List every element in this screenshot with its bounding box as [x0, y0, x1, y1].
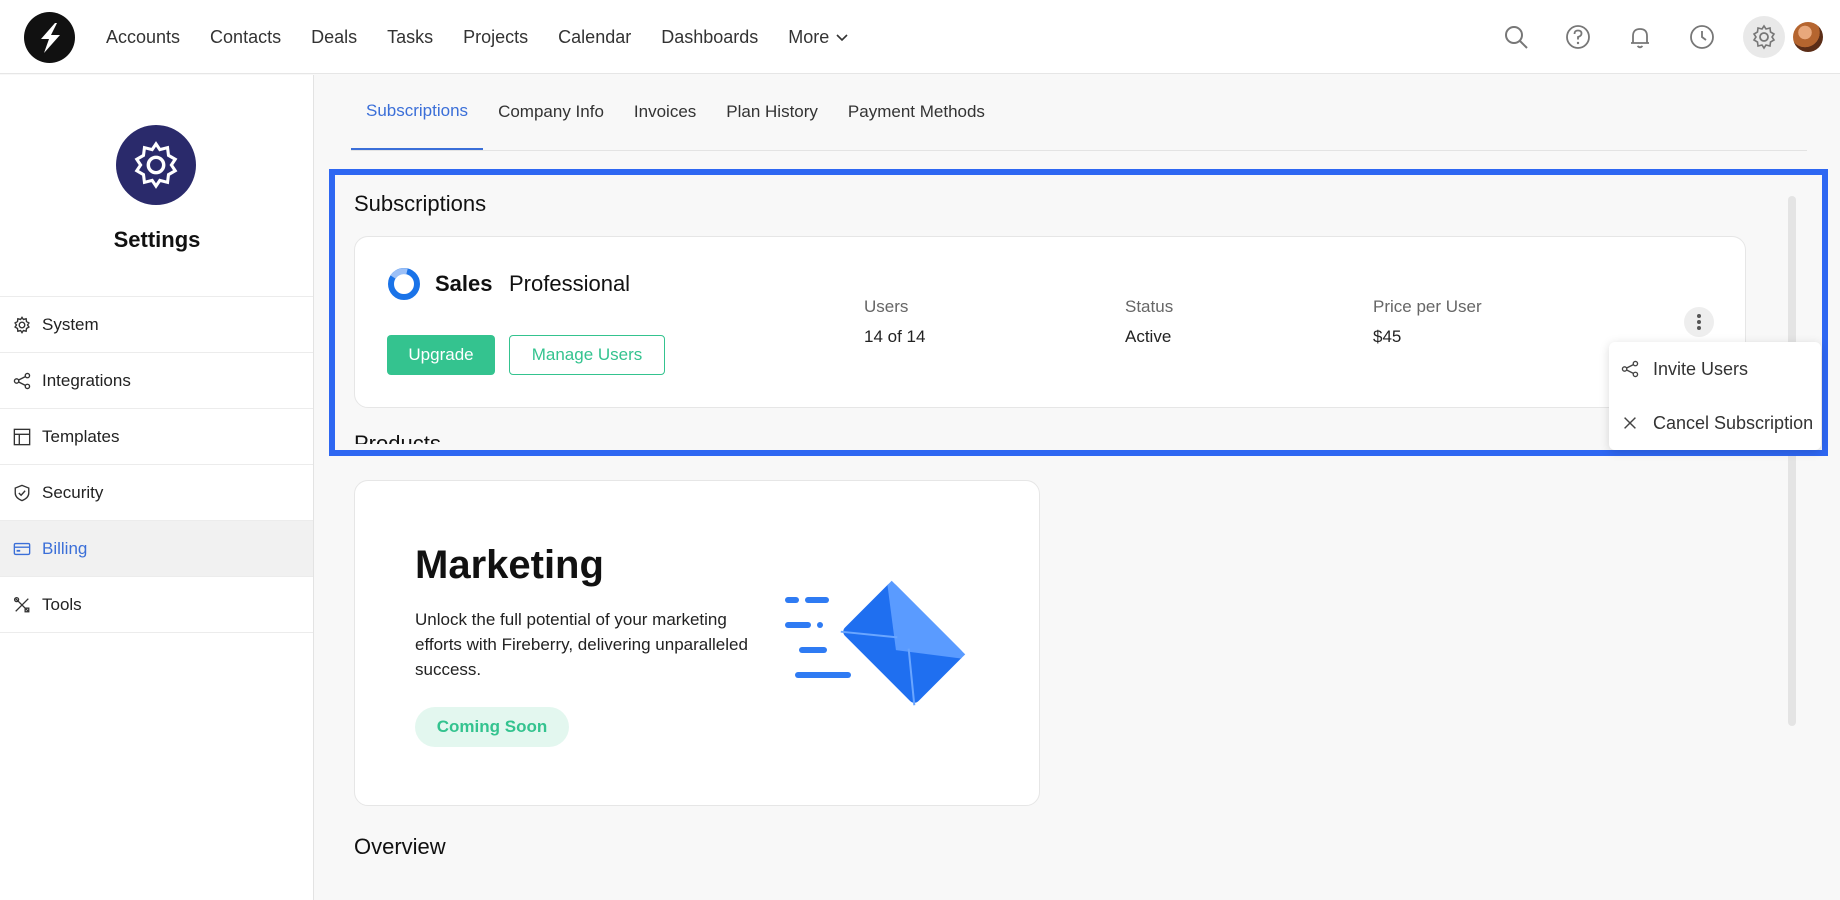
- settings-sidebar: Settings System Integrations Templates S…: [0, 75, 314, 900]
- sidebar-item-label: Integrations: [42, 370, 131, 390]
- sidebar-item-integrations[interactable]: Integrations: [0, 353, 313, 409]
- status-label: Status: [1125, 297, 1174, 316]
- notifications-button[interactable]: [1619, 16, 1661, 58]
- settings-button[interactable]: [1743, 16, 1785, 58]
- chevron-down-icon: [836, 34, 848, 42]
- tab-plan-history[interactable]: Plan History: [711, 74, 833, 150]
- user-avatar[interactable]: [1793, 22, 1823, 52]
- users-value: 14 of 14: [864, 327, 926, 346]
- subscriptions-heading: Subscriptions: [354, 191, 487, 216]
- sidebar-item-templates[interactable]: Templates: [0, 409, 313, 465]
- sales-product-icon: [388, 268, 420, 300]
- sidebar-item-billing[interactable]: Billing: [0, 521, 313, 577]
- marketing-title: Marketing: [415, 543, 604, 587]
- search-button[interactable]: [1495, 16, 1537, 58]
- menu-item-cancel-subscription[interactable]: Cancel Subscription: [1609, 396, 1821, 450]
- fireberry-logo[interactable]: [24, 12, 75, 63]
- billing-tabs: Subscriptions Company Info Invoices Plan…: [351, 75, 1807, 151]
- share-icon: [12, 371, 32, 391]
- more-options-button[interactable]: [1684, 307, 1714, 337]
- nav-item-dashboards[interactable]: Dashboards: [661, 27, 758, 48]
- menu-item-label: Cancel Subscription: [1653, 412, 1814, 433]
- products-heading: Products: [354, 431, 441, 444]
- settings-title: Settings: [113, 227, 201, 252]
- gear-icon: [134, 141, 178, 189]
- history-button[interactable]: [1681, 16, 1723, 58]
- logo-mark-icon: [40, 22, 60, 53]
- nav-item-accounts[interactable]: Accounts: [106, 27, 180, 48]
- tab-subscriptions[interactable]: Subscriptions: [351, 74, 484, 150]
- price-value: $45: [1373, 327, 1402, 346]
- content-scrollbar[interactable]: [1788, 196, 1796, 726]
- upgrade-button[interactable]: Upgrade: [387, 335, 495, 375]
- menu-item-label: Invite Users: [1653, 358, 1749, 379]
- manage-users-button[interactable]: Manage Users: [509, 335, 665, 375]
- sidebar-item-label: Templates: [42, 426, 120, 446]
- nav-item-more[interactable]: More: [788, 27, 849, 48]
- nav-item-deals[interactable]: Deals: [311, 27, 357, 48]
- nav-item-calendar[interactable]: Calendar: [558, 27, 631, 48]
- sidebar-item-label: Tools: [42, 594, 82, 614]
- credit-card-icon: [12, 539, 32, 559]
- marketing-product-card: Marketing Unlock the full potential of y…: [354, 480, 1040, 806]
- products-heading-clip: Products: [354, 430, 554, 444]
- top-navigation-bar: Accounts Contacts Deals Tasks Projects C…: [0, 0, 1840, 74]
- main-nav: Accounts Contacts Deals Tasks Projects C…: [106, 0, 849, 74]
- sidebar-item-label: Security: [42, 482, 104, 502]
- template-icon: [12, 427, 32, 447]
- tab-payment-methods[interactable]: Payment Methods: [833, 74, 1000, 150]
- menu-item-invite-users[interactable]: Invite Users: [1609, 342, 1821, 396]
- users-label: Users: [864, 297, 909, 316]
- gear-icon: [12, 315, 32, 335]
- coming-soon-badge: Coming Soon: [415, 707, 569, 747]
- product-plan: Professional: [509, 271, 631, 296]
- product-name: Sales: [435, 271, 493, 296]
- nav-item-projects[interactable]: Projects: [463, 27, 528, 48]
- tab-company-info[interactable]: Company Info: [483, 74, 619, 150]
- clock-icon: [1690, 25, 1714, 49]
- nav-item-tasks[interactable]: Tasks: [387, 27, 433, 48]
- status-value: Active: [1125, 327, 1172, 346]
- tools-icon: [12, 595, 32, 615]
- envelope-illustration-icon: [785, 580, 966, 706]
- sidebar-item-system[interactable]: System: [0, 297, 313, 353]
- nav-more-label: More: [788, 26, 830, 47]
- bell-icon: [1631, 28, 1649, 49]
- sidebar-item-label: Billing: [42, 538, 88, 558]
- gear-icon: [1752, 24, 1776, 50]
- search-icon: [1505, 26, 1528, 49]
- settings-menu: System Integrations Templates Security B…: [0, 296, 313, 633]
- help-icon: [1566, 25, 1590, 49]
- sidebar-item-label: System: [42, 314, 99, 334]
- close-icon: [1624, 417, 1636, 429]
- sidebar-item-security[interactable]: Security: [0, 465, 313, 521]
- overview-heading: Overview: [354, 834, 446, 859]
- settings-badge: [116, 125, 196, 205]
- sidebar-item-tools[interactable]: Tools: [0, 577, 313, 633]
- tab-invoices[interactable]: Invoices: [619, 74, 711, 150]
- kebab-menu-icon: [1697, 314, 1701, 330]
- share-icon: [1621, 360, 1639, 378]
- shield-icon: [12, 483, 32, 503]
- help-button[interactable]: [1557, 16, 1599, 58]
- nav-item-contacts[interactable]: Contacts: [210, 27, 281, 48]
- marketing-description: Unlock the full potential of your market…: [415, 610, 748, 679]
- subscription-options-menu: Invite Users Cancel Subscription: [1609, 342, 1821, 450]
- price-label: Price per User: [1373, 297, 1482, 316]
- subscription-card: Sales Professional Upgrade Manage Users …: [354, 236, 1746, 408]
